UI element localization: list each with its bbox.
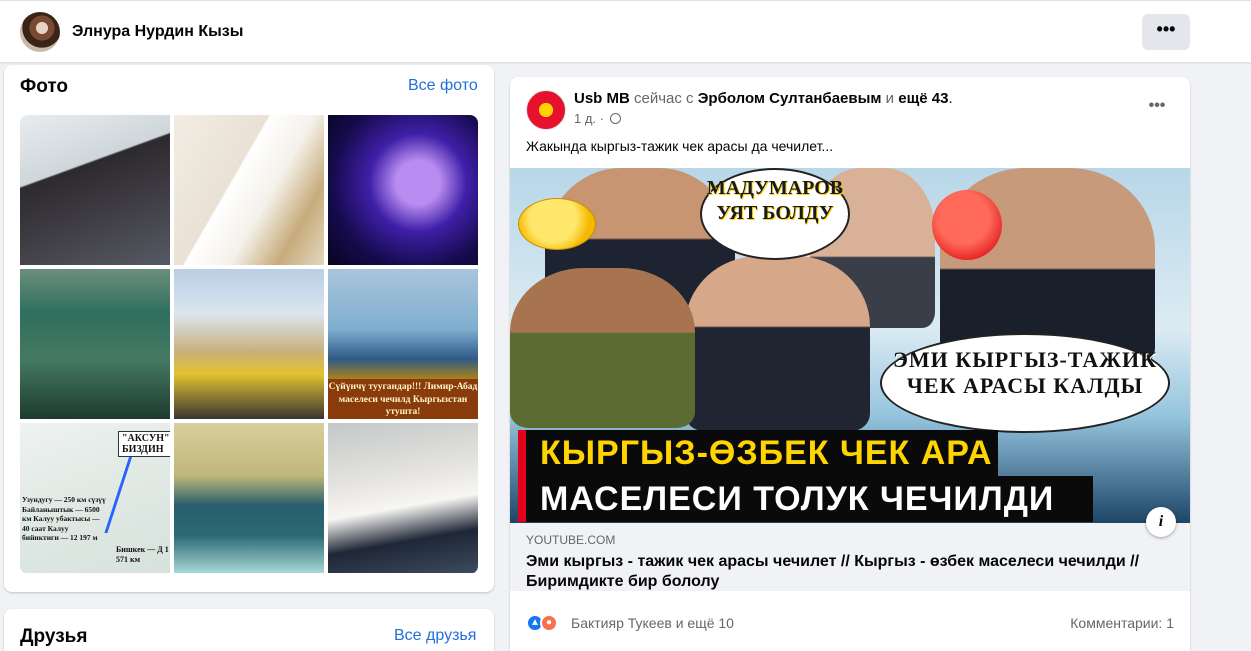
post-card: Usb MB сейчас с Эрболом Султанбаевым и е… <box>510 77 1190 651</box>
map-label: "АКСУН" БИЗДИН <box>118 431 170 457</box>
post-header-dot: . <box>948 90 953 107</box>
post-author-avatar[interactable] <box>526 90 566 130</box>
friends-title: Друзья <box>20 626 88 647</box>
photo-thumbnail[interactable] <box>174 423 324 573</box>
photo-caption: Сүйүнчү туугандар!!! Лимир-Абад маселеси… <box>328 379 478 419</box>
photo-thumbnail[interactable] <box>328 423 478 573</box>
photo-thumbnail[interactable] <box>174 115 324 265</box>
photos-title: Фото <box>20 76 69 97</box>
happy-emoji-icon <box>518 198 596 250</box>
thumbnail-banner-bottom: МАСЕЛЕСИ ТОЛУК ЧЕЧИЛДИ <box>518 476 1093 522</box>
profile-name[interactable]: Элнура Нурдин Кызы <box>72 23 243 41</box>
reactors-summary[interactable]: Бактияр Тукеев и ещё 10 <box>571 615 734 631</box>
reactions-bar: ▲ ● Бактияр Тукеев и ещё 10 Комментарии:… <box>526 611 1174 635</box>
see-all-photos-link[interactable]: Все фото <box>408 77 478 95</box>
post-timestamp[interactable]: 1 д. · <box>574 111 608 126</box>
info-icon[interactable]: i <box>1146 507 1176 537</box>
map-city: Бишкек — Д 1 571 км <box>116 545 169 564</box>
photo-thumbnail[interactable]: "АКСУН" БИЗДИН Узундугу — 250 км сүзүү Б… <box>20 423 170 573</box>
post-tagged-user[interactable]: Эрболом Султанбаевым <box>698 90 882 107</box>
post-more-button[interactable]: ••• <box>1142 97 1172 117</box>
post-author-name[interactable]: Usb MB <box>574 90 630 107</box>
profile-more-button[interactable]: ••• <box>1142 14 1190 50</box>
thumbnail-banner-top: КЫРГЫЗ-ӨЗБЕК ЧЕК АРА <box>518 430 998 476</box>
thumbnail-figure <box>510 268 695 428</box>
photo-thumbnail[interactable] <box>328 115 478 265</box>
friends-card: Друзья Все друзья <box>4 609 494 651</box>
link-title[interactable]: Эми кыргыз - тажик чек арасы чечилет // … <box>526 552 1166 592</box>
globe-icon <box>609 113 621 124</box>
map-stats: Узундугу — 250 км сүзүү Байланыштык — 65… <box>22 495 106 542</box>
post-and-text: и <box>881 90 899 107</box>
photo-grid: Сүйүнчү туугандар!!! Лимир-Абад маселеси… <box>20 115 478 574</box>
post-status-text: сейчас с <box>629 90 698 107</box>
photo-thumbnail[interactable] <box>20 269 170 419</box>
see-all-friends-link[interactable]: Все друзья <box>394 627 476 645</box>
comments-count[interactable]: Комментарии: 1 <box>1070 615 1174 631</box>
thumbnail-speech-bubble-left: МАДУМАРОВ УЯТ БОЛДУ <box>700 168 850 260</box>
photos-card: Фото Все фото Сүйүнчү туугандар!!! Лимир… <box>4 65 494 592</box>
thumbnail-figure <box>685 256 870 431</box>
angry-emoji-icon <box>932 190 1002 260</box>
photo-thumbnail[interactable] <box>20 115 170 265</box>
profile-header-bar: Элнура Нурдин Кызы ••• <box>0 0 1251 62</box>
thumbnail-speech-bubble-right: ЭМИ КЫРГЫЗ-ТАЖИК ЧЕК АРАСЫ КАЛДЫ <box>880 333 1170 433</box>
link-domain: YOUTUBE.COM <box>526 533 616 547</box>
post-text: Жакында кыргыз-тажик чек арасы да чечиле… <box>526 138 834 154</box>
photo-thumbnail[interactable]: Сүйүнчү туугандар!!! Лимир-Абад маселеси… <box>328 269 478 419</box>
post-header: Usb MB сейчас с Эрболом Султанбаевым и е… <box>574 90 953 107</box>
post-meta: 1 д. · <box>574 111 621 126</box>
post-tagged-more[interactable]: ещё 43 <box>898 90 948 107</box>
profile-avatar[interactable] <box>20 12 60 52</box>
link-preview[interactable]: YOUTUBE.COM Эми кыргыз - тажик чек арасы… <box>510 523 1190 591</box>
link-thumbnail[interactable]: МАДУМАРОВ УЯТ БОЛДУ ЭМИ КЫРГЫЗ-ТАЖИК ЧЕК… <box>510 168 1190 523</box>
angry-reaction-icon[interactable]: ● <box>540 614 558 632</box>
photo-thumbnail[interactable] <box>174 269 324 419</box>
